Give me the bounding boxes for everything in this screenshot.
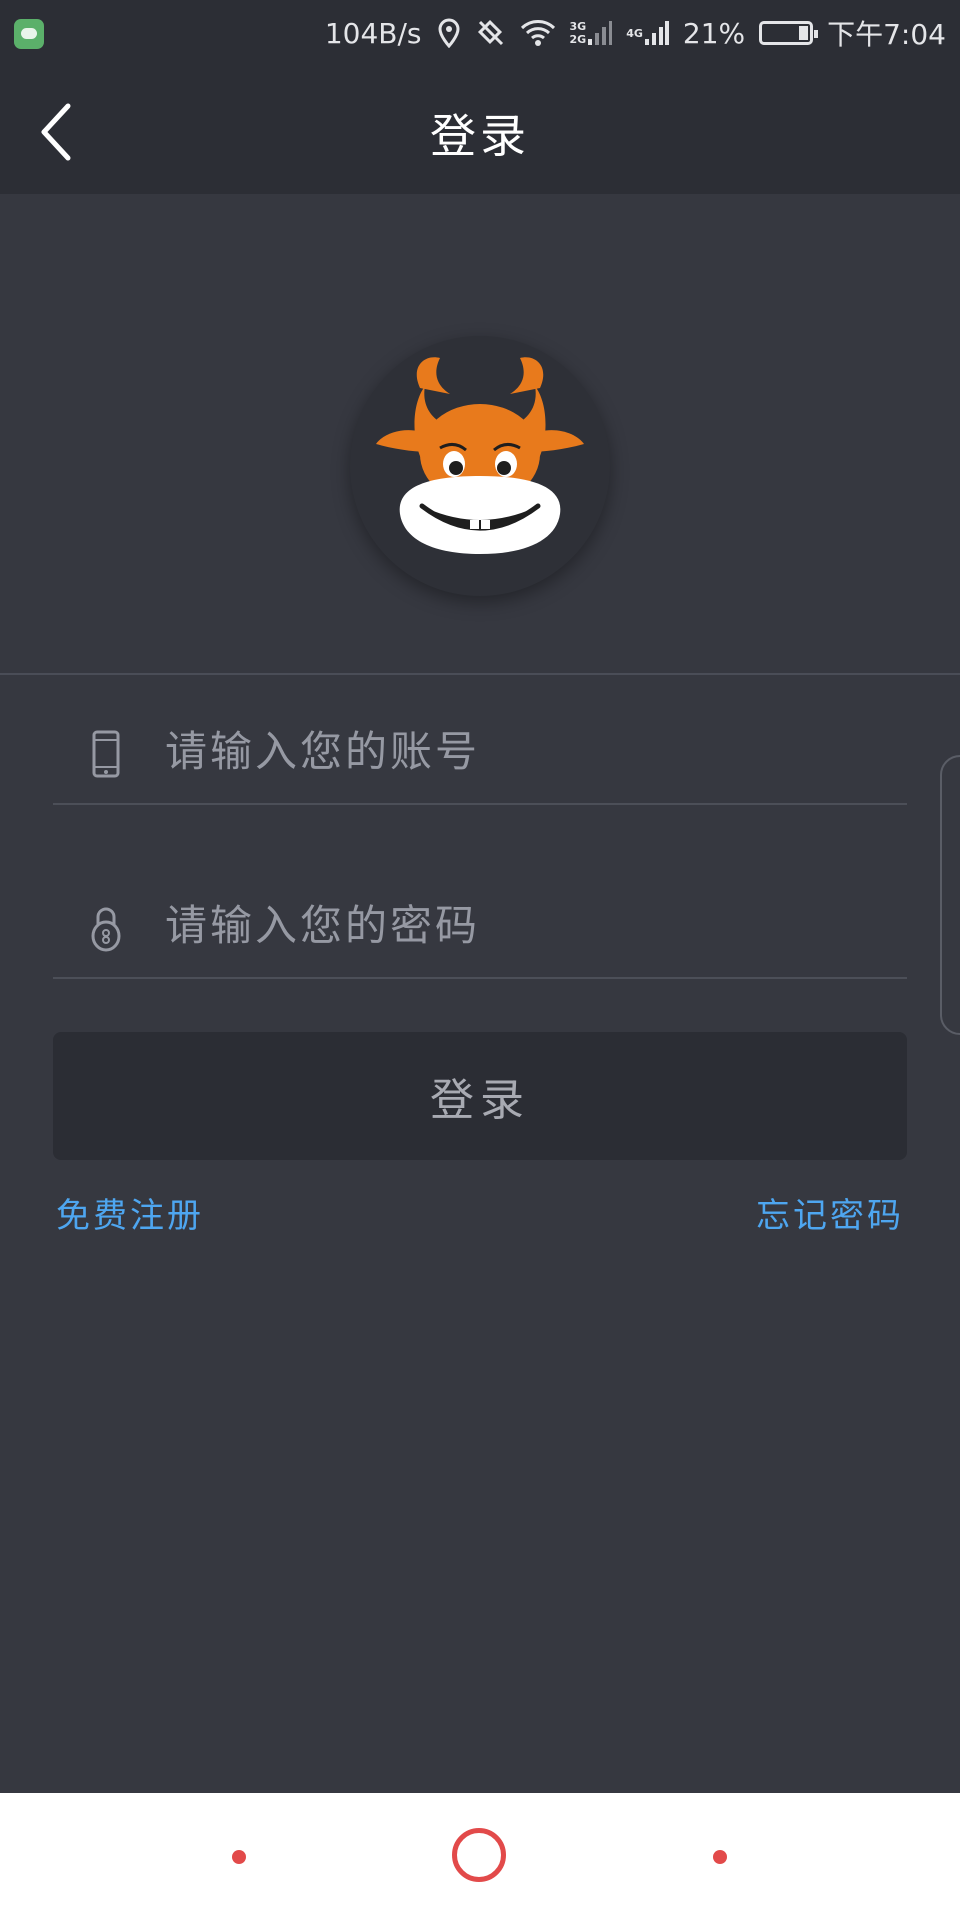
forgot-password-link[interactable]: 忘记密码 <box>756 1188 904 1237</box>
password-field <box>53 869 907 979</box>
navigation-bar <box>0 1793 960 1920</box>
phone-icon <box>92 730 120 778</box>
signal-3g-label: 3G <box>569 20 587 33</box>
divider <box>0 673 960 675</box>
signal-2g-label: 2G <box>569 33 587 46</box>
password-input[interactable] <box>163 889 867 961</box>
battery-fill <box>798 26 809 40</box>
dual-sim-signal-icon: 3G 2G <box>570 19 613 47</box>
cow-mascot-logo <box>376 357 584 554</box>
login-screen: 104B/s 3G 2G 4G 21% 下午7:04 登录 请输入您的账号 登录… <box>0 0 960 1920</box>
account-input[interactable] <box>163 715 867 787</box>
battery-icon <box>759 21 819 45</box>
rotation-icon <box>476 18 506 48</box>
wechat-icon <box>14 19 44 49</box>
status-bar-right: 104B/s 3G 2G 4G 21% 下午7:04 <box>325 0 946 66</box>
nav-recent-dot[interactable] <box>713 1850 727 1864</box>
signal-4g-label: 4G <box>626 26 643 40</box>
account-field <box>53 695 907 805</box>
login-button[interactable]: 登录 <box>53 1032 907 1160</box>
clock: 下午7:04 <box>827 18 946 51</box>
location-icon <box>436 18 462 48</box>
edge-swipe-handle[interactable] <box>940 755 960 1035</box>
battery-percent: 21% <box>682 16 746 50</box>
wifi-icon <box>520 19 556 47</box>
page-title: 登录 <box>430 109 530 163</box>
app-logo <box>350 336 610 596</box>
net-speed: 104B/s <box>324 16 422 50</box>
status-bar: 104B/s 3G 2G 4G 21% 下午7:04 <box>0 0 960 66</box>
nav-back-dot[interactable] <box>232 1850 246 1864</box>
title-bar: 登录 <box>0 66 960 194</box>
lock-icon <box>91 907 121 952</box>
signal-4g-icon: 4G <box>626 19 669 47</box>
nav-home-button[interactable] <box>452 1828 506 1882</box>
register-link[interactable]: 免费注册 <box>56 1188 204 1237</box>
